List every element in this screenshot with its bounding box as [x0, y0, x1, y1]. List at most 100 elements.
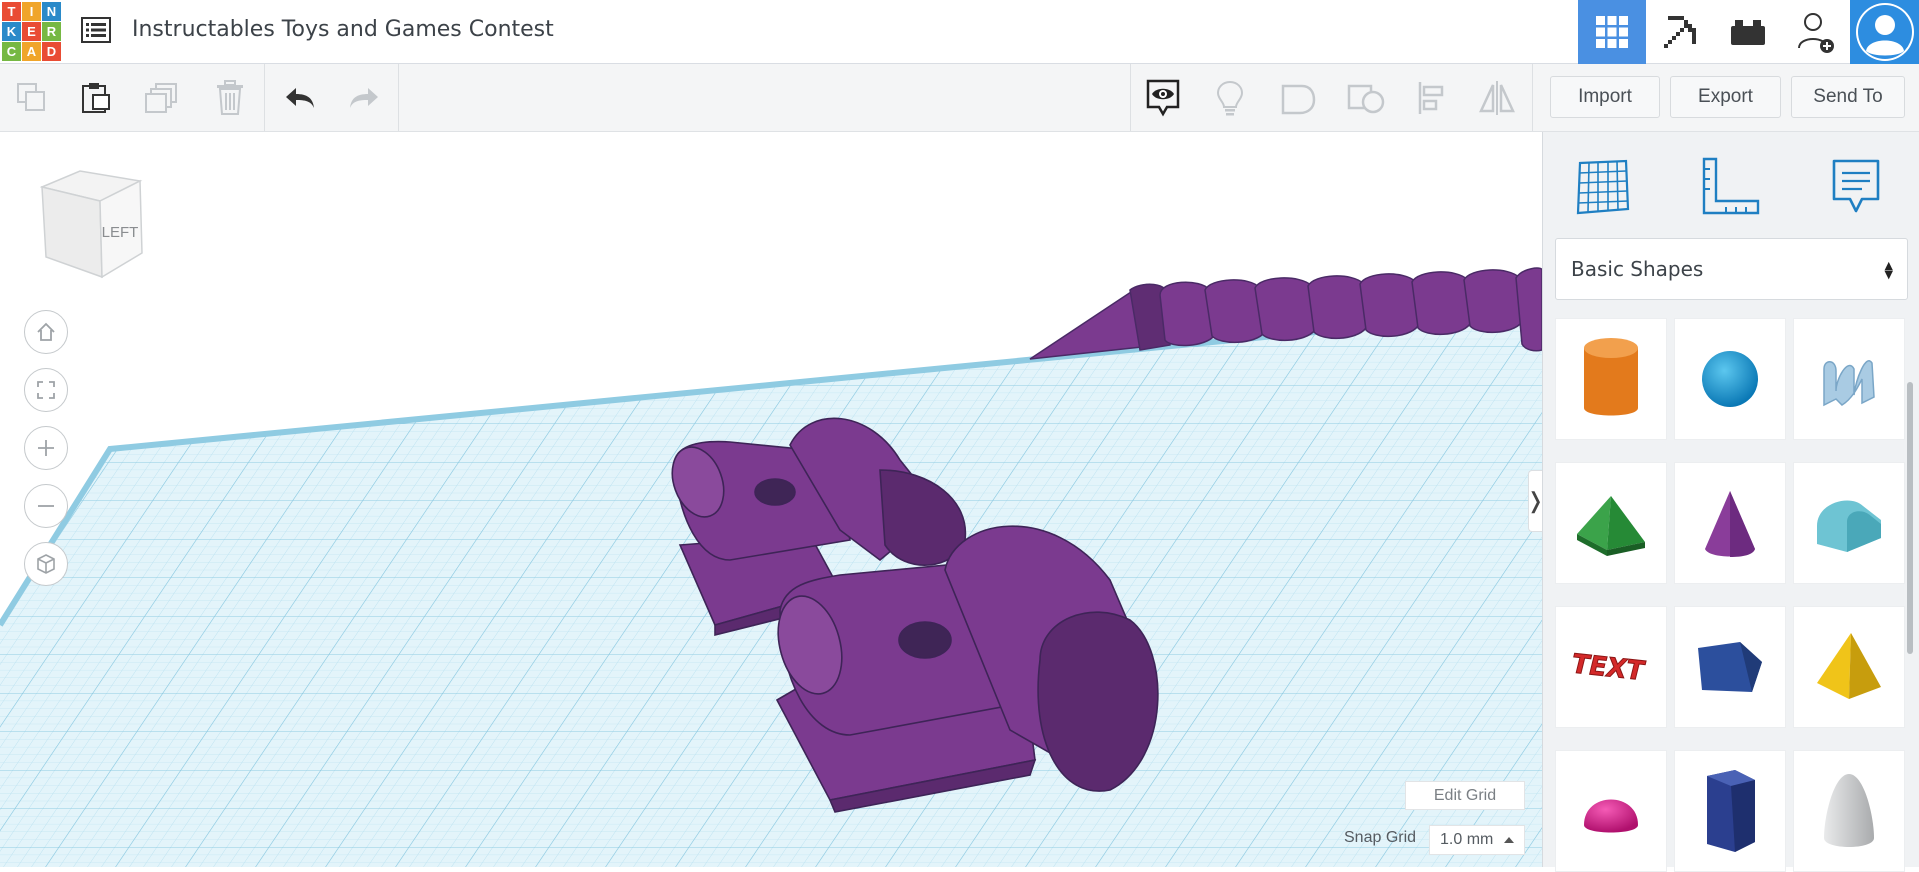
mirror-button[interactable]: [1477, 78, 1517, 118]
pickaxe-icon: [1664, 16, 1696, 48]
ruler-icon: [1702, 157, 1760, 215]
tinkercad-logo[interactable]: TIN KER CAD: [2, 2, 62, 62]
designs-list-button[interactable]: [80, 14, 112, 46]
view-cube-face-label: LEFT: [102, 224, 139, 241]
toolbar-divider: [264, 64, 265, 131]
zoom-in-button[interactable]: [24, 426, 68, 470]
zoom-out-button[interactable]: [24, 484, 68, 528]
workplane-viewport[interactable]: LEFT Edit Grid Snap Grid 1.0 mm ❭: [0, 132, 1542, 867]
select-arrows-icon: ▲ ▼: [1884, 259, 1893, 281]
shape-round-roof[interactable]: [1793, 462, 1905, 584]
note-bubble-icon: [1832, 159, 1880, 213]
cylinder-icon: [1584, 338, 1638, 416]
copy-icon: [17, 83, 45, 111]
copy-button[interactable]: [12, 78, 52, 118]
view-cube[interactable]: LEFT: [39, 165, 150, 285]
logo-letter: N: [42, 2, 61, 21]
invite-people-button[interactable]: [1782, 0, 1850, 64]
workplane-tool-button[interactable]: [1567, 152, 1637, 222]
shape-box-prism[interactable]: [1674, 606, 1786, 728]
group-button[interactable]: [1279, 78, 1319, 118]
minus-icon: [38, 505, 54, 507]
view-cube-graphic: LEFT: [39, 170, 143, 279]
logo-letter: A: [22, 42, 41, 61]
3d-design-view-button[interactable]: [1578, 0, 1646, 64]
pyramid-icon: [1817, 633, 1881, 699]
edit-grid-button[interactable]: Edit Grid: [1405, 781, 1525, 810]
roof-icon: [1577, 496, 1645, 556]
notes-button[interactable]: [1210, 78, 1250, 118]
shape-cylinder[interactable]: [1555, 318, 1667, 440]
scribble-icon: [1823, 360, 1875, 407]
import-button[interactable]: Import: [1550, 76, 1660, 118]
caret-up-icon: [1504, 837, 1514, 843]
fit-view-button[interactable]: [24, 368, 68, 412]
eye-bubble-icon: [1146, 79, 1180, 117]
shape-text[interactable]: TEXT: [1555, 606, 1667, 728]
shape-library-select[interactable]: Basic Shapes ▲ ▼: [1555, 238, 1908, 300]
logo-letter: D: [42, 42, 61, 61]
undo-button[interactable]: [280, 78, 320, 118]
shape-half-sphere[interactable]: [1555, 750, 1667, 872]
clipboard-icon: [82, 83, 110, 113]
cube-icon: [37, 554, 55, 574]
text-shape-label: TEXT: [1568, 649, 1647, 686]
sphere-icon: [1702, 351, 1758, 407]
delete-button[interactable]: [210, 78, 250, 118]
top-bar: TIN KER CAD Instructables Toys and Games C…: [0, 0, 1919, 64]
toolbar-divider: [398, 64, 399, 131]
shape-scribble[interactable]: [1793, 318, 1905, 440]
snap-grid-value: 1.0 mm: [1440, 831, 1494, 848]
group-icon: [1281, 84, 1316, 115]
notes-tool-button[interactable]: [1821, 152, 1891, 222]
shape-pyramid[interactable]: [1793, 606, 1905, 728]
shape-library-value: Basic Shapes: [1571, 257, 1704, 281]
plus-icon: [38, 440, 54, 456]
snap-grid-select[interactable]: 1.0 mm: [1429, 825, 1525, 855]
home-icon: [37, 322, 55, 341]
logo-letter: R: [42, 22, 61, 41]
logo-letter: I: [22, 2, 41, 21]
lightbulb-icon: [1216, 80, 1244, 116]
snap-grid-label: Snap Grid: [1344, 829, 1417, 846]
polygon-icon: [1707, 770, 1755, 852]
minecraft-view-button[interactable]: [1646, 0, 1714, 64]
align-button[interactable]: [1412, 78, 1452, 118]
ungroup-icon: [1347, 84, 1385, 114]
list-icon: [81, 17, 111, 43]
show-all-button[interactable]: [1143, 78, 1183, 118]
send-to-button[interactable]: Send To: [1791, 76, 1905, 118]
export-button[interactable]: Export: [1670, 76, 1781, 118]
duplicate-button[interactable]: [142, 78, 182, 118]
round-roof-icon: [1817, 500, 1881, 552]
design-title[interactable]: Instructables Toys and Games Contest: [132, 17, 554, 42]
perspective-toggle-button[interactable]: [24, 542, 68, 586]
3d-scene[interactable]: [0, 132, 1542, 867]
ruler-tool-button[interactable]: [1695, 152, 1765, 222]
trash-icon: [217, 80, 243, 115]
redo-button[interactable]: [344, 78, 384, 118]
collapse-panel-button[interactable]: ❭: [1526, 470, 1542, 532]
user-avatar-button[interactable]: [1850, 0, 1919, 64]
brick-icon: [1731, 20, 1765, 45]
shape-sphere[interactable]: [1674, 318, 1786, 440]
logo-letter: C: [2, 42, 21, 61]
bricks-view-button[interactable]: [1714, 0, 1782, 64]
mirror-icon: [1479, 81, 1515, 115]
shape-polygon[interactable]: [1674, 750, 1786, 872]
redo-icon: [350, 88, 378, 108]
text-shape-icon: TEXT: [1568, 649, 1648, 687]
home-view-button[interactable]: [24, 310, 68, 354]
shape-paraboloid[interactable]: [1793, 750, 1905, 872]
panel-scrollbar[interactable]: [1907, 382, 1913, 654]
edit-toolbar: Import Export Send To: [0, 64, 1919, 132]
ungroup-button[interactable]: [1346, 78, 1386, 118]
paste-button[interactable]: [76, 78, 116, 118]
grid-view-icon: [1596, 16, 1628, 48]
shape-cone[interactable]: [1674, 462, 1786, 584]
cone-icon: [1705, 491, 1755, 557]
half-sphere-icon: [1584, 799, 1638, 833]
shapes-panel: Basic Shapes ▲ ▼ TEXT: [1542, 132, 1919, 872]
undo-icon: [286, 88, 314, 108]
shape-roof[interactable]: [1555, 462, 1667, 584]
